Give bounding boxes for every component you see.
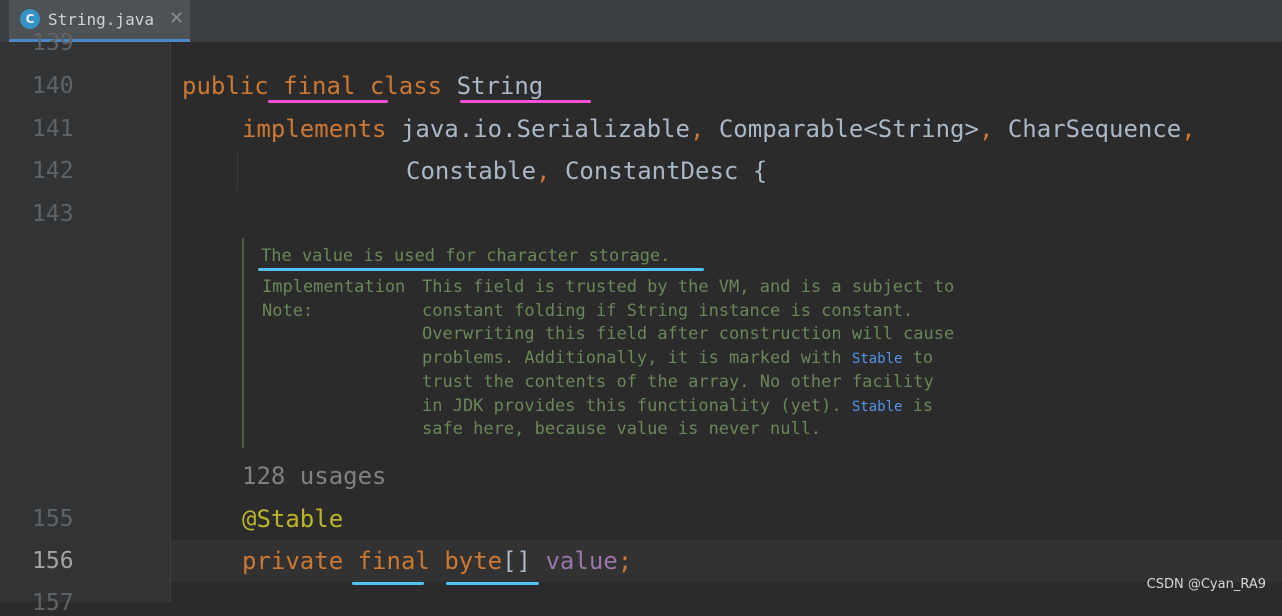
blue-underline-byte bbox=[446, 582, 539, 585]
javadoc-label-note: Note: bbox=[262, 301, 314, 321]
code-line-141[interactable]: implements java.io.Serializable, Compara… bbox=[242, 115, 1196, 143]
line-number: 141 bbox=[32, 116, 74, 142]
javadoc-text: to bbox=[902, 348, 934, 368]
line-number: 139 bbox=[32, 30, 74, 56]
type-comparable: Comparable<String> bbox=[718, 115, 979, 143]
left-tool-strip bbox=[0, 42, 8, 602]
keyword-class: class bbox=[369, 72, 443, 100]
array-brackets: [] bbox=[502, 547, 532, 575]
class-name: String bbox=[456, 72, 544, 100]
keyword-final: final bbox=[283, 72, 356, 100]
javadoc-body-line: Overwriting this field after constructio… bbox=[422, 324, 955, 344]
comma: , bbox=[536, 157, 551, 185]
line-number: 155 bbox=[32, 506, 74, 532]
javadoc-body-line: constant folding if String instance is c… bbox=[422, 301, 914, 321]
keyword-implements: implements bbox=[242, 115, 387, 143]
javadoc-text: is bbox=[902, 396, 934, 416]
type-charsequence: CharSequence bbox=[1007, 115, 1182, 143]
blue-underline-summary bbox=[258, 268, 704, 271]
line-number-gutter: 139 140 141 142 143 155 156 157 bbox=[8, 30, 171, 616]
usages-inlay-hint[interactable]: 128 usages bbox=[242, 462, 387, 490]
tab-title: String.java bbox=[48, 10, 154, 29]
javadoc-link-stable[interactable]: Stable bbox=[852, 351, 903, 367]
field-value: value bbox=[545, 547, 618, 575]
type-serializable: java.io.Serializable bbox=[400, 115, 690, 143]
code-line-156[interactable]: private final byte[] value; bbox=[242, 547, 632, 575]
javadoc-link-stable[interactable]: Stable bbox=[852, 399, 903, 415]
blue-underline-final bbox=[352, 582, 424, 585]
code-line-142[interactable]: Constable, ConstantDesc { bbox=[406, 157, 767, 185]
javadoc-summary: The value is used for character storage. bbox=[261, 246, 671, 266]
close-icon[interactable]: ✕ bbox=[169, 8, 184, 29]
keyword-final: final bbox=[357, 547, 430, 575]
keyword-private: private bbox=[242, 547, 344, 575]
indent-guide bbox=[237, 150, 238, 190]
line-number: 157 bbox=[32, 590, 74, 616]
javadoc-text: problems. Additionally, it is marked wit… bbox=[422, 348, 852, 368]
java-class-icon: C bbox=[20, 9, 40, 29]
javadoc-body-line: problems. Additionally, it is marked wit… bbox=[422, 348, 933, 369]
open-brace: { bbox=[752, 157, 768, 185]
semicolon: ; bbox=[617, 547, 633, 575]
javadoc-body-line: trust the contents of the array. No othe… bbox=[422, 372, 934, 392]
comma: , bbox=[1181, 115, 1196, 143]
code-line-140[interactable]: public final class String bbox=[182, 72, 543, 100]
keyword-byte: byte bbox=[444, 547, 503, 575]
javadoc-text: in JDK provides this functionality (yet)… bbox=[422, 396, 852, 416]
type-constantdesc: ConstantDesc bbox=[564, 157, 739, 185]
annotation-stable[interactable]: @Stable bbox=[242, 505, 343, 533]
keyword-public: public bbox=[182, 72, 269, 100]
javadoc-body-line: in JDK provides this functionality (yet)… bbox=[422, 396, 933, 417]
pink-underline-final bbox=[268, 100, 388, 103]
javadoc-border bbox=[242, 238, 244, 448]
pink-underline-string bbox=[460, 100, 591, 103]
line-number: 142 bbox=[32, 158, 74, 184]
editor-tab-bar: C String.java ✕ bbox=[0, 0, 1282, 42]
javadoc-body-line: safe here, because value is never null. bbox=[422, 419, 822, 439]
type-constable: Constable bbox=[406, 157, 537, 185]
comma: , bbox=[978, 115, 994, 143]
comma: , bbox=[689, 115, 705, 143]
line-number: 140 bbox=[32, 73, 74, 99]
line-number-current: 156 bbox=[32, 548, 74, 574]
javadoc-body-line: This field is trusted by the VM, and is … bbox=[422, 277, 955, 297]
javadoc-label-implementation: Implementation bbox=[262, 277, 406, 297]
line-number: 143 bbox=[32, 201, 74, 227]
watermark: CSDN @Cyan_RA9 bbox=[1146, 577, 1266, 592]
